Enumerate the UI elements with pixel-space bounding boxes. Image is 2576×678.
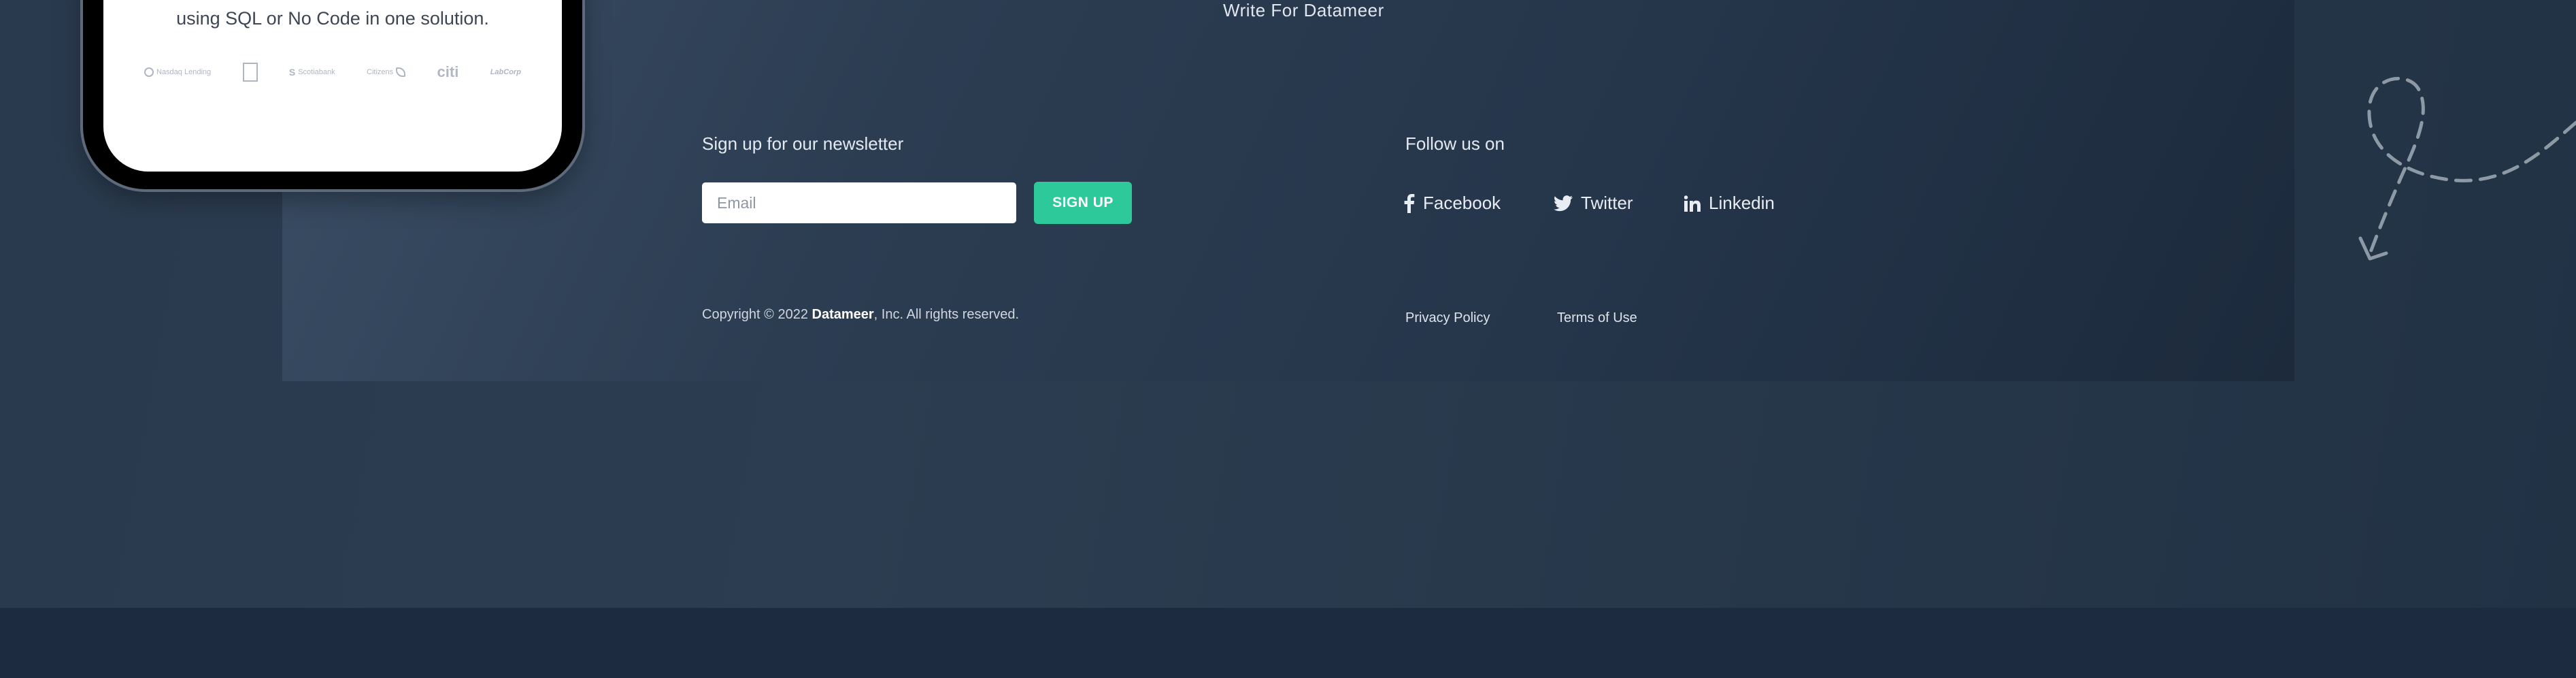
privacy-policy-link[interactable]: Privacy Policy <box>1405 310 1490 326</box>
facebook-label: Facebook <box>1423 193 1501 213</box>
linkedin-label: Linkedin <box>1709 193 1775 213</box>
newsletter-title: Sign up for our newsletter <box>702 133 904 154</box>
copyright-text: Copyright © 2022 Datameer, Inc. All righ… <box>702 307 1020 322</box>
facebook-icon <box>1404 193 1415 213</box>
email-field[interactable] <box>702 182 1016 223</box>
sign-up-button[interactable]: SIGN UP <box>1034 182 1132 224</box>
citi-logo: citi <box>437 63 459 80</box>
phone-tagline: using SQL or No Code in one solution. <box>176 8 489 29</box>
write-for-datameer-link[interactable]: Write For Datameer <box>1223 0 1384 21</box>
twitter-icon <box>1554 195 1573 212</box>
bottom-band <box>0 608 2576 678</box>
labcorp-logo: LabCorp <box>490 68 521 76</box>
twitter-label: Twitter <box>1581 193 1633 213</box>
scotiabank-logo: S Scotiabank <box>288 67 335 78</box>
facebook-link[interactable]: Facebook <box>1404 193 1501 214</box>
twitter-link[interactable]: Twitter <box>1554 193 1633 214</box>
citizens-logo: Citizens <box>367 67 406 77</box>
customer-logos: Nasdaq Lending S Scotiabank Citizens citi… <box>144 63 521 82</box>
footer-panel <box>282 0 2294 381</box>
linkedin-icon <box>1684 195 1701 212</box>
terms-of-use-link[interactable]: Terms of Use <box>1557 310 1637 326</box>
company-name: Datameer <box>812 307 874 322</box>
phone-mockup: using SQL or No Code in one solution. Na… <box>83 0 582 189</box>
follow-title: Follow us on <box>1405 133 1505 154</box>
phone-screen: using SQL or No Code in one solution. Na… <box>103 0 562 172</box>
nasdaq-logo: Nasdaq Lending <box>144 67 211 77</box>
linkedin-link[interactable]: Linkedin <box>1684 193 1775 214</box>
document-logo <box>242 63 258 82</box>
dashed-path-decoration <box>2358 76 2576 261</box>
